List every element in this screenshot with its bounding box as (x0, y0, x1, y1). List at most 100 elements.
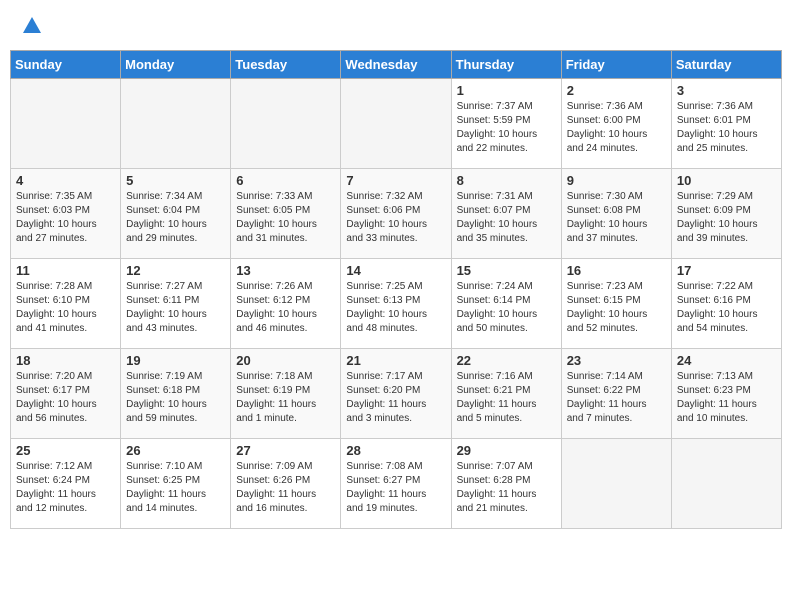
day-info: Sunrise: 7:37 AM Sunset: 5:59 PM Dayligh… (457, 100, 556, 156)
day-info: Sunrise: 7:35 AM Sunset: 6:03 PM Dayligh… (16, 190, 115, 246)
day-info: Sunrise: 7:22 AM Sunset: 6:16 PM Dayligh… (677, 280, 776, 336)
calendar-cell: 25 Sunrise: 7:12 AM Sunset: 6:24 PM Dayli… (11, 439, 121, 529)
day-info: Sunrise: 7:13 AM Sunset: 6:23 PM Dayligh… (677, 370, 776, 426)
logo-icon (21, 15, 43, 37)
day-info: Sunrise: 7:28 AM Sunset: 6:10 PM Dayligh… (16, 280, 115, 336)
calendar-cell: 15 Sunrise: 7:24 AM Sunset: 6:14 PM Dayli… (451, 259, 561, 349)
calendar-cell: 22 Sunrise: 7:16 AM Sunset: 6:21 PM Dayli… (451, 349, 561, 439)
day-info: Sunrise: 7:14 AM Sunset: 6:22 PM Dayligh… (567, 370, 666, 426)
day-info: Sunrise: 7:08 AM Sunset: 6:27 PM Dayligh… (346, 460, 445, 516)
calendar-cell: 20 Sunrise: 7:18 AM Sunset: 6:19 PM Dayli… (231, 349, 341, 439)
day-number: 1 (457, 83, 556, 98)
day-info: Sunrise: 7:29 AM Sunset: 6:09 PM Dayligh… (677, 190, 776, 246)
day-number: 9 (567, 173, 666, 188)
calendar-cell: 7 Sunrise: 7:32 AM Sunset: 6:06 PM Daylig… (341, 169, 451, 259)
day-number: 25 (16, 443, 115, 458)
calendar-cell (11, 79, 121, 169)
calendar-cell: 8 Sunrise: 7:31 AM Sunset: 6:07 PM Daylig… (451, 169, 561, 259)
week-row-3: 11Sunrise: 7:28 AM Sunset: 6:10 PM Dayli… (11, 259, 782, 349)
day-number: 19 (126, 353, 225, 368)
day-number: 20 (236, 353, 335, 368)
day-info: Sunrise: 7:12 AM Sunset: 6:24 PM Dayligh… (16, 460, 115, 516)
calendar-cell (231, 79, 341, 169)
day-info: Sunrise: 7:23 AM Sunset: 6:15 PM Dayligh… (567, 280, 666, 336)
calendar-cell: 1 Sunrise: 7:37 AM Sunset: 5:59 PM Daylig… (451, 79, 561, 169)
calendar-cell: 23 Sunrise: 7:14 AM Sunset: 6:22 PM Dayli… (561, 349, 671, 439)
day-number: 7 (346, 173, 445, 188)
day-info: Sunrise: 7:20 AM Sunset: 6:17 PM Dayligh… (16, 370, 115, 426)
day-info: Sunrise: 7:27 AM Sunset: 6:11 PM Dayligh… (126, 280, 225, 336)
day-number: 27 (236, 443, 335, 458)
day-number: 6 (236, 173, 335, 188)
calendar-cell: 2 Sunrise: 7:36 AM Sunset: 6:00 PM Daylig… (561, 79, 671, 169)
header-row: SundayMondayTuesdayWednesdayThursdayFrid… (11, 51, 782, 79)
day-info: Sunrise: 7:31 AM Sunset: 6:07 PM Dayligh… (457, 190, 556, 246)
day-number: 15 (457, 263, 556, 278)
page-header (10, 10, 782, 42)
day-header-tuesday: Tuesday (231, 51, 341, 79)
day-header-wednesday: Wednesday (341, 51, 451, 79)
day-info: Sunrise: 7:24 AM Sunset: 6:14 PM Dayligh… (457, 280, 556, 336)
day-info: Sunrise: 7:16 AM Sunset: 6:21 PM Dayligh… (457, 370, 556, 426)
calendar-cell: 10Sunrise: 7:29 AM Sunset: 6:09 PM Dayli… (671, 169, 781, 259)
day-info: Sunrise: 7:32 AM Sunset: 6:06 PM Dayligh… (346, 190, 445, 246)
day-info: Sunrise: 7:33 AM Sunset: 6:05 PM Dayligh… (236, 190, 335, 246)
week-row-5: 25 Sunrise: 7:12 AM Sunset: 6:24 PM Dayli… (11, 439, 782, 529)
day-number: 12 (126, 263, 225, 278)
day-info: Sunrise: 7:10 AM Sunset: 6:25 PM Dayligh… (126, 460, 225, 516)
day-info: Sunrise: 7:09 AM Sunset: 6:26 PM Dayligh… (236, 460, 335, 516)
calendar-cell: 29 Sunrise: 7:07 AM Sunset: 6:28 PM Dayli… (451, 439, 561, 529)
day-number: 22 (457, 353, 556, 368)
calendar-cell: 19 Sunrise: 7:19 AM Sunset: 6:18 PM Dayli… (121, 349, 231, 439)
calendar-cell (671, 439, 781, 529)
day-number: 3 (677, 83, 776, 98)
logo (20, 15, 43, 37)
day-number: 8 (457, 173, 556, 188)
calendar-cell: 26Sunrise: 7:10 AM Sunset: 6:25 PM Dayli… (121, 439, 231, 529)
day-number: 23 (567, 353, 666, 368)
day-info: Sunrise: 7:26 AM Sunset: 6:12 PM Dayligh… (236, 280, 335, 336)
week-row-4: 18 Sunrise: 7:20 AM Sunset: 6:17 PM Dayli… (11, 349, 782, 439)
calendar-cell: 27 Sunrise: 7:09 AM Sunset: 6:26 PM Dayli… (231, 439, 341, 529)
day-number: 17 (677, 263, 776, 278)
day-number: 29 (457, 443, 556, 458)
calendar-table: SundayMondayTuesdayWednesdayThursdayFrid… (10, 50, 782, 529)
calendar-cell (561, 439, 671, 529)
calendar-cell: 17 Sunrise: 7:22 AM Sunset: 6:16 PM Dayli… (671, 259, 781, 349)
day-info: Sunrise: 7:25 AM Sunset: 6:13 PM Dayligh… (346, 280, 445, 336)
day-info: Sunrise: 7:17 AM Sunset: 6:20 PM Dayligh… (346, 370, 445, 426)
calendar-cell (341, 79, 451, 169)
day-header-sunday: Sunday (11, 51, 121, 79)
week-row-1: 1 Sunrise: 7:37 AM Sunset: 5:59 PM Daylig… (11, 79, 782, 169)
day-number: 14 (346, 263, 445, 278)
day-info: Sunrise: 7:07 AM Sunset: 6:28 PM Dayligh… (457, 460, 556, 516)
day-header-friday: Friday (561, 51, 671, 79)
day-info: Sunrise: 7:18 AM Sunset: 6:19 PM Dayligh… (236, 370, 335, 426)
day-info: Sunrise: 7:36 AM Sunset: 6:01 PM Dayligh… (677, 100, 776, 156)
calendar-cell: 5 Sunrise: 7:34 AM Sunset: 6:04 PM Daylig… (121, 169, 231, 259)
calendar-cell: 12 Sunrise: 7:27 AM Sunset: 6:11 PM Dayli… (121, 259, 231, 349)
calendar-cell: 18 Sunrise: 7:20 AM Sunset: 6:17 PM Dayli… (11, 349, 121, 439)
calendar-cell: 11Sunrise: 7:28 AM Sunset: 6:10 PM Dayli… (11, 259, 121, 349)
day-info: Sunrise: 7:30 AM Sunset: 6:08 PM Dayligh… (567, 190, 666, 246)
day-number: 5 (126, 173, 225, 188)
day-number: 16 (567, 263, 666, 278)
day-number: 13 (236, 263, 335, 278)
calendar-cell (121, 79, 231, 169)
calendar-cell: 16 Sunrise: 7:23 AM Sunset: 6:15 PM Dayli… (561, 259, 671, 349)
day-info: Sunrise: 7:36 AM Sunset: 6:00 PM Dayligh… (567, 100, 666, 156)
day-number: 18 (16, 353, 115, 368)
calendar-cell: 14 Sunrise: 7:25 AM Sunset: 6:13 PM Dayli… (341, 259, 451, 349)
day-info: Sunrise: 7:34 AM Sunset: 6:04 PM Dayligh… (126, 190, 225, 246)
day-number: 28 (346, 443, 445, 458)
calendar-cell: 28 Sunrise: 7:08 AM Sunset: 6:27 PM Dayli… (341, 439, 451, 529)
day-info: Sunrise: 7:19 AM Sunset: 6:18 PM Dayligh… (126, 370, 225, 426)
day-number: 24 (677, 353, 776, 368)
day-number: 4 (16, 173, 115, 188)
calendar-cell: 21Sunrise: 7:17 AM Sunset: 6:20 PM Dayli… (341, 349, 451, 439)
day-header-thursday: Thursday (451, 51, 561, 79)
calendar-cell: 4 Sunrise: 7:35 AM Sunset: 6:03 PM Daylig… (11, 169, 121, 259)
day-number: 2 (567, 83, 666, 98)
calendar-cell: 6 Sunrise: 7:33 AM Sunset: 6:05 PM Daylig… (231, 169, 341, 259)
calendar-cell: 3 Sunrise: 7:36 AM Sunset: 6:01 PM Daylig… (671, 79, 781, 169)
